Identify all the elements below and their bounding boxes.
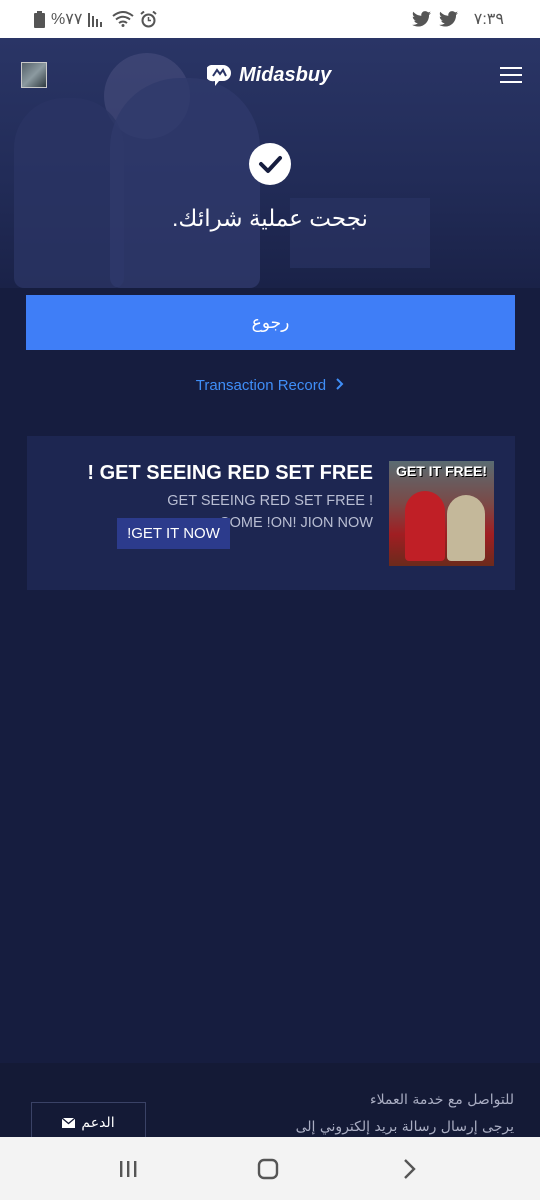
get-it-now-button[interactable]: !GET IT NOW <box>117 518 230 549</box>
brand-name: Midasbuy <box>239 63 332 86</box>
back-icon[interactable] <box>394 1154 424 1184</box>
avatar[interactable] <box>21 62 47 88</box>
contact-instructions: يرجى إرسال رسالة بريد إلكتروني إلى <box>295 1119 514 1135</box>
status-bar: %٧٧ ٧:٣٩ <box>0 0 540 38</box>
midasbuy-logo-icon <box>207 65 231 86</box>
battery-level: %٧٧ <box>51 11 83 28</box>
twitter-icon <box>411 11 431 27</box>
promo-image-caption: GET IT FREE! <box>396 463 487 479</box>
success-message: نجحت عملية شرائك. <box>172 205 368 231</box>
mail-icon <box>62 1118 76 1128</box>
clock: ٧:٣٩ <box>473 11 504 28</box>
promo-image[interactable]: GET IT FREE! <box>389 461 494 566</box>
transaction-record-label: Transaction Record <box>195 377 327 394</box>
promo-card[interactable]: GET IT FREE! ! GET SEEING RED SET FREE G… <box>27 436 515 590</box>
signal-icon <box>88 13 103 27</box>
back-button[interactable]: رجوع <box>26 295 515 350</box>
chevron-right-icon <box>336 378 344 390</box>
brand-logo[interactable]: Midasbuy <box>207 63 331 87</box>
menu-icon[interactable] <box>500 67 522 85</box>
hero-character <box>14 98 124 288</box>
promo-title: ! GET SEEING RED SET FREE <box>87 462 373 484</box>
check-icon <box>249 143 291 185</box>
battery-icon <box>34 10 45 28</box>
transaction-record-link[interactable]: Transaction Record <box>0 377 540 394</box>
contact-heading: للتواصل مع خدمة العملاء <box>370 1092 514 1108</box>
twitter-icon <box>438 11 458 27</box>
support-label: الدعم <box>81 1115 115 1131</box>
home-icon[interactable] <box>253 1154 283 1184</box>
hero-character <box>110 78 260 288</box>
recents-icon[interactable] <box>113 1154 143 1184</box>
alarm-icon <box>140 10 158 27</box>
wifi-icon <box>112 11 135 27</box>
system-nav-bar <box>0 1137 540 1200</box>
